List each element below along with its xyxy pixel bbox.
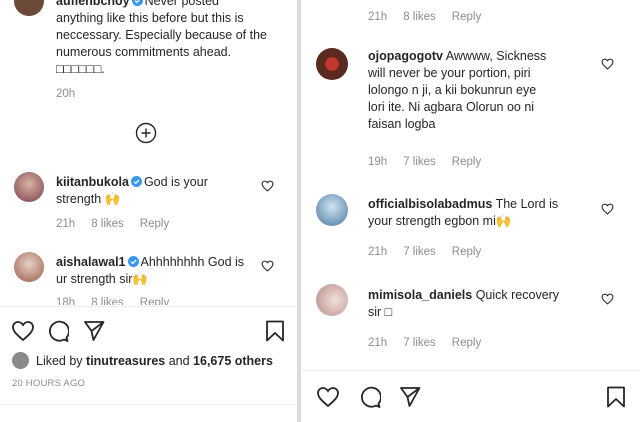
- comment-text: Ahhhhhhhh God is: [140, 255, 245, 269]
- bookmark-icon[interactable]: [265, 320, 285, 342]
- comment-text: God is your: [143, 175, 208, 189]
- reply-button[interactable]: Reply: [140, 297, 169, 305]
- bookmark-icon[interactable]: [606, 386, 626, 408]
- like-heart-icon[interactable]: [601, 58, 614, 70]
- verified-icon: [131, 0, 143, 6]
- avatar[interactable]: [14, 172, 44, 202]
- comment-text: The Lord is: [495, 197, 559, 211]
- likes-count[interactable]: 16,675 others: [193, 354, 273, 368]
- comment-username[interactable]: aishalawal1: [56, 255, 126, 269]
- comment-text: will never be your portion, piri: [368, 66, 531, 80]
- right-post-panel: 21h 8 likes Reply ojopagogotv Awwww, Sickn…: [302, 0, 640, 422]
- plus-circle-icon[interactable]: [135, 122, 157, 144]
- comment-meta: 19h 7 likes Reply: [368, 156, 497, 168]
- comment: aishalawal1 Ahhhhhhhh God is ur strength …: [56, 254, 256, 288]
- verified-icon: [130, 176, 142, 187]
- comment: kiitanbukola God is your strength 🙌: [56, 174, 256, 208]
- comment-text: numerous commitments ahead.: [56, 45, 232, 59]
- comment-text: Awwww, Sickness: [445, 49, 547, 63]
- caption-comment: aufienbcnoy Never posted anything like th…: [56, 0, 286, 78]
- share-icon[interactable]: [83, 320, 105, 342]
- avatar[interactable]: [14, 252, 44, 282]
- share-icon[interactable]: [399, 386, 421, 408]
- liked-by-label: Liked by: [36, 354, 87, 368]
- panel-divider: [297, 0, 301, 422]
- section-divider: [0, 404, 296, 405]
- comment-text: your strength egbon mi🙌: [368, 214, 512, 228]
- comment-likes[interactable]: 7 likes: [403, 337, 436, 349]
- comment-likes[interactable]: 7 likes: [403, 246, 436, 258]
- comment-text: □□□□□□.: [56, 62, 105, 76]
- comment-username[interactable]: ojopagogotv: [368, 49, 443, 63]
- comment-text: Never posted: [144, 0, 219, 8]
- comment-text: faisan logba: [368, 117, 436, 131]
- comment-likes[interactable]: 8 likes: [91, 218, 124, 230]
- comment-icon[interactable]: [47, 320, 69, 342]
- liked-by: Liked by tinutreasures and 16,675 others: [36, 353, 273, 370]
- heart-icon[interactable]: [316, 386, 340, 408]
- comment: officialbisolabadmus The Lord is your st…: [368, 196, 608, 230]
- comment-username[interactable]: aufienbcnoy: [56, 0, 130, 8]
- like-heart-icon[interactable]: [261, 260, 274, 272]
- comment-icon[interactable]: [359, 386, 381, 408]
- avatar[interactable]: [12, 352, 29, 369]
- comment-time: 19h: [368, 156, 388, 168]
- reply-button[interactable]: Reply: [452, 156, 481, 168]
- comment-text: anything like this before but this is: [56, 11, 244, 25]
- comment-likes[interactable]: 8 likes: [403, 11, 436, 23]
- avatar[interactable]: [316, 194, 348, 226]
- post-timestamp: 20 HOURS AGO: [12, 378, 86, 389]
- comment-time: 18h: [56, 297, 76, 305]
- comment-text: sir □: [368, 305, 393, 319]
- comment-text: lori ite. Ni agbara Olorun oo ni: [368, 100, 535, 114]
- comment-text: Quick recovery: [475, 288, 560, 302]
- comment: mimisola_daniels Quick recovery sir □: [368, 287, 608, 321]
- comment-time: 21h: [56, 218, 76, 230]
- comment-meta: 21h 7 likes Reply: [368, 337, 497, 349]
- comment-meta: 21h 7 likes Reply: [368, 246, 497, 258]
- comment-meta: 20h: [56, 88, 91, 100]
- comment-time: 21h: [368, 337, 388, 349]
- reply-button[interactable]: Reply: [452, 11, 481, 23]
- comment-likes[interactable]: 7 likes: [403, 156, 436, 168]
- comment-time: 21h: [368, 11, 388, 23]
- comment-username[interactable]: kiitanbukola: [56, 175, 129, 189]
- verified-icon: [127, 256, 139, 267]
- comment-username[interactable]: mimisola_daniels: [368, 288, 472, 302]
- comment-text: neccessary. Especially because of the: [56, 28, 267, 42]
- reply-button[interactable]: Reply: [452, 246, 481, 258]
- comment-text: strength 🙌: [56, 192, 121, 206]
- section-divider: [0, 306, 296, 307]
- reply-button[interactable]: Reply: [140, 218, 169, 230]
- comment-text: ur strength sir🙌: [56, 272, 148, 286]
- liked-by-label: and: [165, 354, 194, 368]
- comment: ojopagogotv Awwww, Sickness will never b…: [368, 48, 608, 133]
- like-heart-icon[interactable]: [601, 293, 614, 305]
- heart-icon[interactable]: [11, 320, 35, 342]
- reply-button[interactable]: Reply: [452, 337, 481, 349]
- like-heart-icon[interactable]: [601, 203, 614, 215]
- like-heart-icon[interactable]: [261, 180, 274, 192]
- comment-meta: 21h 8 likes Reply: [56, 218, 185, 230]
- comment-likes[interactable]: 8 likes: [91, 297, 124, 305]
- comment-meta: 21h 8 likes Reply: [368, 11, 497, 23]
- section-divider: [302, 370, 640, 371]
- left-post-panel: aufienbcnoy Never posted anything like th…: [0, 0, 296, 422]
- comment-meta: 18h 8 likes Reply: [56, 297, 185, 305]
- avatar[interactable]: [316, 48, 348, 80]
- comment-username[interactable]: officialbisolabadmus: [368, 197, 492, 211]
- avatar[interactable]: [14, 0, 44, 16]
- avatar[interactable]: [316, 284, 348, 316]
- liked-by-user[interactable]: tinutreasures: [86, 354, 165, 368]
- comment-text: lolongo n ji, a kii bokunrun eye: [368, 83, 537, 97]
- comment-time: 21h: [368, 246, 388, 258]
- comment-time: 20h: [56, 88, 76, 100]
